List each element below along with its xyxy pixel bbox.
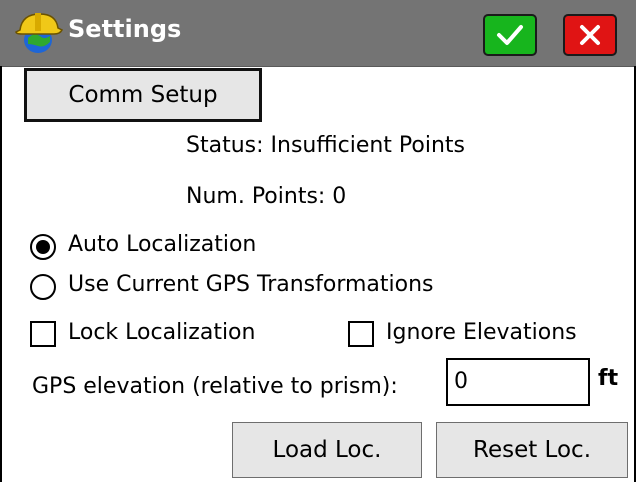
- gps-elevation-label: GPS elevation (relative to prism):: [32, 374, 398, 399]
- status-text: Status: Insufficient Points: [186, 133, 466, 158]
- auto-localization-label[interactable]: Auto Localization: [68, 232, 256, 257]
- num-points-text: Num. Points: 0: [186, 184, 347, 209]
- lock-localization-checkbox[interactable]: [30, 321, 56, 347]
- auto-localization-radio[interactable]: [30, 234, 56, 260]
- radio-selected-dot: [36, 240, 50, 254]
- load-loc-button[interactable]: Load Loc.: [232, 422, 422, 478]
- reset-loc-button[interactable]: Reset Loc.: [436, 422, 628, 478]
- use-current-gps-transformations-label[interactable]: Use Current GPS Transformations: [68, 272, 434, 297]
- use-current-gps-transformations-radio[interactable]: [30, 274, 56, 300]
- gps-elevation-input[interactable]: 0: [446, 358, 590, 406]
- title-bar: Settings: [0, 0, 636, 67]
- close-x-icon: [580, 25, 600, 45]
- comm-setup-button[interactable]: Comm Setup: [24, 68, 262, 122]
- surveyor-helmet-globe-icon: [15, 13, 64, 53]
- ignore-elevations-checkbox[interactable]: [348, 321, 374, 347]
- ok-button[interactable]: [483, 14, 537, 56]
- lock-localization-label[interactable]: Lock Localization: [68, 320, 255, 345]
- window-title: Settings: [68, 15, 182, 43]
- checkmark-icon: [497, 25, 523, 45]
- elevation-unit-label: ft: [598, 366, 619, 391]
- ignore-elevations-label[interactable]: Ignore Elevations: [386, 320, 577, 345]
- close-button[interactable]: [563, 14, 617, 56]
